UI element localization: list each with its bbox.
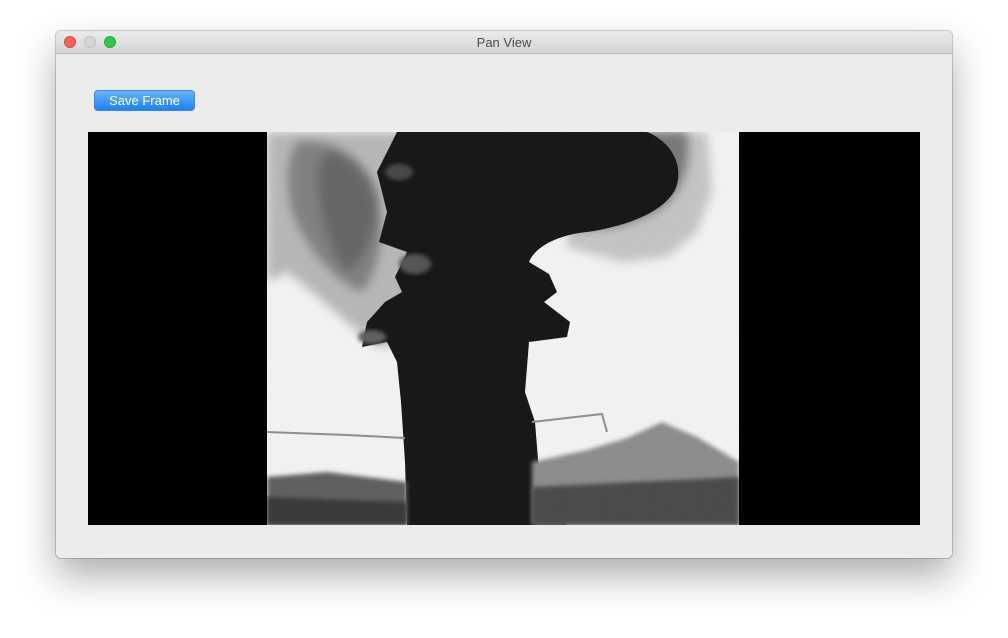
close-window-button[interactable] — [64, 36, 76, 48]
window-title: Pan View — [476, 35, 532, 50]
title-bar[interactable]: Pan View — [56, 31, 952, 54]
zoom-window-button[interactable] — [104, 36, 116, 48]
frame-image — [267, 132, 739, 525]
minimize-window-button[interactable] — [84, 36, 96, 48]
pan-view-canvas[interactable] — [88, 132, 920, 525]
save-frame-button[interactable]: Save Frame — [94, 90, 195, 111]
pan-view-window: Pan View Save Frame — [56, 31, 952, 558]
